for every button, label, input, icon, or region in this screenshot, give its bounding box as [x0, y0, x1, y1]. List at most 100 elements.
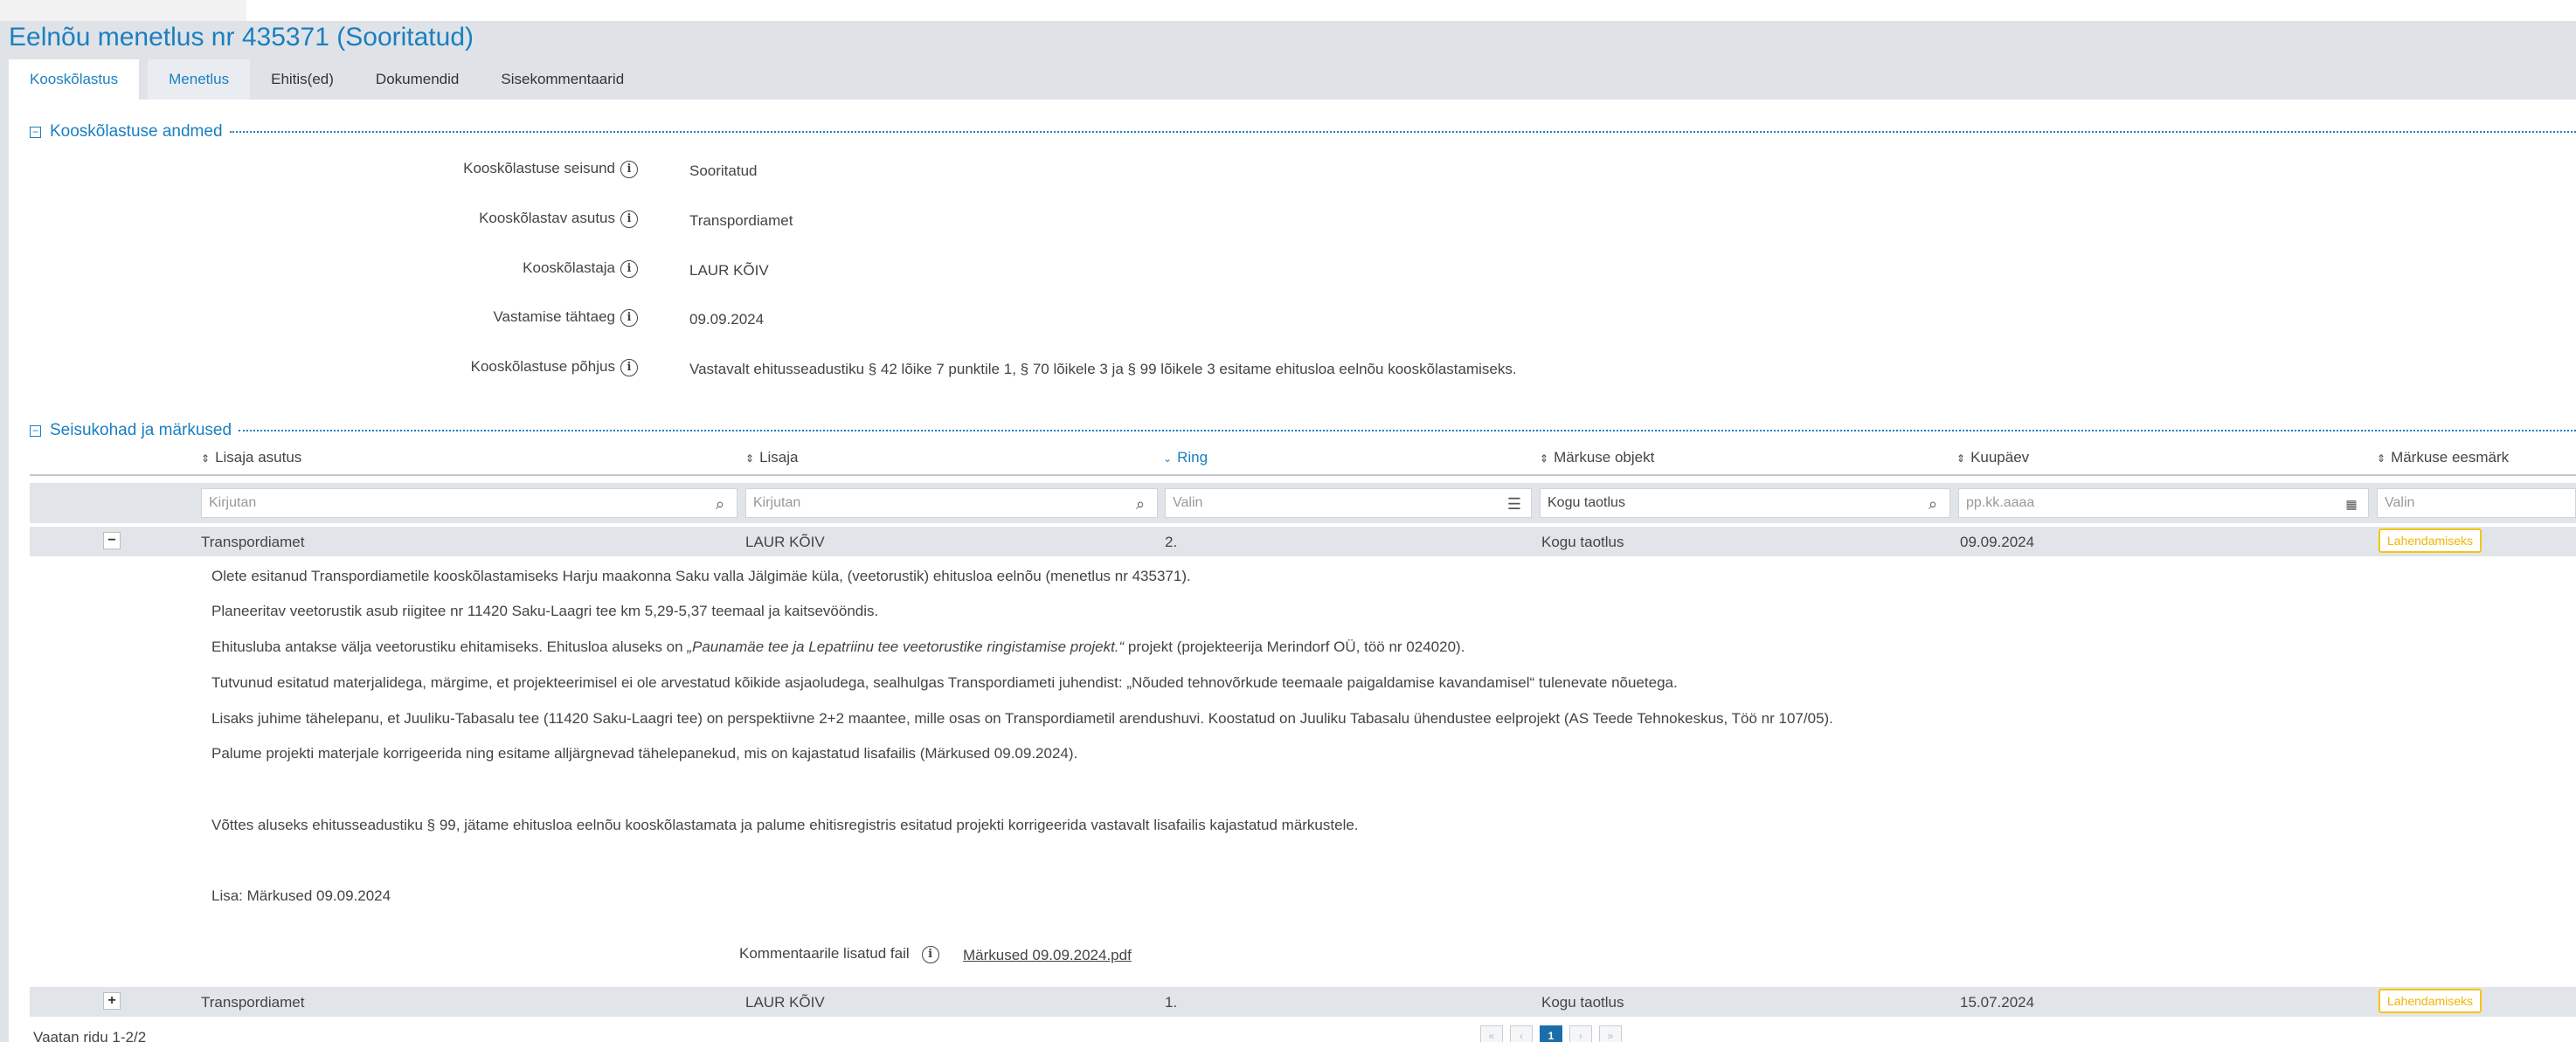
- tab-kooskolastus[interactable]: Kooskõlastus: [9, 59, 140, 100]
- sort-arrows-icon: ⇕: [201, 452, 211, 465]
- calendar-icon[interactable]: ▦: [2342, 494, 2361, 514]
- column-header-markuse-eesmark[interactable]: ⇕ Märkuse eesmärk: [2377, 449, 2509, 466]
- search-icon[interactable]: ⌕: [710, 494, 730, 514]
- column-header-markuse-objekt[interactable]: ⇕ Märkuse objekt: [1540, 449, 1654, 466]
- filter-markuse-eesmark-select[interactable]: Valin: [2377, 488, 2576, 518]
- info-icon[interactable]: i: [921, 945, 939, 963]
- top-strip: [0, 0, 2576, 21]
- pager-prev-button[interactable]: ‹: [1510, 1025, 1533, 1042]
- section-seisukohad: − Seisukohad ja märkused: [30, 421, 2576, 440]
- attachment-label-text: Kommentaarile lisatud fail: [739, 945, 910, 962]
- pager-first-button[interactable]: «: [1480, 1025, 1503, 1042]
- page-title: Eelnõu menetlus nr 435371 (Sooritatud): [9, 23, 474, 52]
- sort-arrows-icon: ⇕: [1540, 452, 1549, 465]
- comment-paragraph: Olete esitanud Transpordiametile kooskõl…: [211, 568, 1191, 584]
- column-header-label: Märkuse eesmärk: [2391, 449, 2510, 466]
- rows-count-text: Vaatan ridu 1-2/2: [33, 1029, 147, 1042]
- tab-ehitised[interactable]: Ehitis(ed): [250, 59, 355, 100]
- cell-ring: 1.: [1165, 994, 1178, 1011]
- pager-next-button[interactable]: ›: [1569, 1025, 1592, 1042]
- column-header-ring[interactable]: ⌄ Ring: [1163, 449, 1208, 466]
- filter-placeholder: Valin: [2385, 495, 2415, 510]
- tab-menetlus[interactable]: Menetlus: [148, 59, 251, 100]
- info-icon[interactable]: i: [620, 259, 638, 278]
- search-icon[interactable]: ⌕: [1923, 494, 1942, 514]
- filter-lisaja-input[interactable]: Kirjutan ⌕: [745, 488, 1158, 518]
- column-header-lisaja[interactable]: ⇕ Lisaja: [745, 449, 798, 466]
- attachment-link[interactable]: Märkused 09.09.2024.pdf: [963, 947, 1132, 964]
- cell-markuse-objekt: Kogu taotlus: [1541, 534, 1624, 550]
- collapse-icon[interactable]: −: [30, 126, 41, 138]
- status-badge: Lahendamiseks: [2379, 989, 2483, 1013]
- search-icon[interactable]: ⌕: [1131, 494, 1150, 514]
- section-kooskolastuse-andmed: − Kooskõlastuse andmed: [30, 122, 2576, 141]
- comment-paragraph: Planeeritav veetorustik asub riigitee nr…: [211, 603, 879, 619]
- cell-kuupaev: 09.09.2024: [1960, 534, 2035, 550]
- field-label-text: Kooskõlastav asutus: [479, 210, 615, 226]
- column-header-label: Lisaja: [759, 449, 799, 466]
- tab-dokumendid[interactable]: Dokumendid: [355, 59, 480, 100]
- comment-paragraph: Lisa: Märkused 09.09.2024: [211, 887, 391, 904]
- comment-paragraph: Võttes aluseks ehitusseadustiku § 99, jä…: [211, 817, 1359, 833]
- column-header-label: Kuupäev: [1970, 449, 2030, 466]
- column-header-label: Ring: [1177, 449, 1208, 466]
- info-icon[interactable]: i: [620, 308, 638, 327]
- filter-placeholder: Kirjutan: [209, 495, 257, 510]
- expand-row-icon[interactable]: +: [103, 992, 121, 1010]
- field-label-kooskolastaja: Kooskõlastaja i: [0, 259, 638, 278]
- cell-kuupaev: 15.07.2024: [1960, 994, 2035, 1011]
- table-row[interactable]: [30, 987, 2576, 1017]
- cell-ring: 2.: [1165, 534, 1178, 550]
- field-value-pohjus: Vastavalt ehitusseadustiku § 42 lõike 7 …: [689, 361, 1517, 377]
- chevron-down-icon: ⌄: [1163, 452, 1173, 465]
- sort-arrows-icon: ⇕: [745, 452, 755, 465]
- column-header-lisaja-asutus[interactable]: ⇕ Lisaja asutus: [201, 449, 301, 466]
- column-header-label: Märkuse objekt: [1554, 449, 1655, 466]
- info-icon[interactable]: i: [620, 210, 638, 228]
- field-value-asutus: Transpordiamet: [689, 212, 793, 229]
- column-header-label: Lisaja asutus: [215, 449, 302, 466]
- field-value-kooskolastaja: LAUR KÕIV: [689, 262, 769, 279]
- comment-project-name: „Paunamäe tee ja Lepatriinu tee veetorus…: [687, 638, 1125, 655]
- comment-paragraph: Lisaks juhime tähelepanu, et Juuliku-Tab…: [211, 710, 1833, 727]
- column-header-kuupaev[interactable]: ⇕ Kuupäev: [1956, 449, 2029, 466]
- cell-markuse-objekt: Kogu taotlus: [1541, 994, 1624, 1011]
- status-badge: Lahendamiseks: [2379, 528, 2483, 553]
- tab-sisekommentaarid[interactable]: Sisekommentaarid: [480, 59, 645, 100]
- cell-lisaja: LAUR KÕIV: [745, 534, 825, 550]
- filter-ring-select[interactable]: Valin ☰: [1165, 488, 1532, 518]
- table-row[interactable]: [30, 527, 2576, 556]
- field-label-text: Kooskõlastuse põhjus: [470, 358, 615, 375]
- pager-last-button[interactable]: »: [1599, 1025, 1622, 1042]
- field-label-seisund: Kooskõlastuse seisund i: [0, 160, 638, 178]
- cell-lisaja: LAUR KÕIV: [745, 994, 825, 1011]
- table-header-divider: [30, 474, 2576, 476]
- pager-page-button[interactable]: 1: [1540, 1025, 1562, 1042]
- attachment-label: Kommentaarile lisatud fail i: [739, 945, 939, 963]
- section-title: Kooskõlastuse andmed: [50, 122, 223, 141]
- sort-arrows-icon: ⇕: [1956, 452, 1966, 465]
- info-icon[interactable]: i: [620, 160, 638, 178]
- top-strip-block: [0, 0, 246, 21]
- collapse-row-icon[interactable]: −: [103, 532, 121, 549]
- collapse-icon[interactable]: −: [30, 424, 41, 437]
- filter-placeholder: pp.kk.aaaa: [1966, 495, 2035, 510]
- field-label-asutus: Kooskõlastav asutus i: [0, 210, 638, 228]
- pagination: « ‹ 1 › »: [1480, 1025, 1629, 1042]
- sort-arrows-icon: ⇕: [2377, 452, 2386, 465]
- comment-paragraph: Palume projekti materjale korrigeerida n…: [211, 745, 1078, 762]
- list-icon[interactable]: ☰: [1505, 494, 1524, 514]
- field-label-text: Kooskõlastaja: [523, 259, 615, 276]
- cell-lisaja-asutus: Transpordiamet: [201, 994, 305, 1011]
- filter-kuupaev-input[interactable]: pp.kk.aaaa ▦: [1958, 488, 2369, 518]
- comment-text: Ehitusluba antakse välja veetorustiku eh…: [211, 638, 688, 655]
- field-value-tahtaeg: 09.09.2024: [689, 311, 765, 328]
- field-label-tahtaeg: Vastamise tähtaeg i: [0, 308, 638, 327]
- section-divider: [239, 430, 2576, 431]
- filter-lisaja-asutus-input[interactable]: Kirjutan ⌕: [201, 488, 737, 518]
- page: Eelnõu menetlus nr 435371 (Sooritatud) K…: [0, 0, 2576, 1042]
- tab-bar: Kooskõlastus Menetlus Ehitis(ed) Dokumen…: [9, 59, 645, 100]
- info-icon[interactable]: i: [620, 358, 638, 376]
- comment-paragraph: Tutvunud esitatud materjalidega, märgime…: [211, 674, 1678, 691]
- filter-markuse-objekt-input[interactable]: Kogu taotlus ⌕: [1540, 488, 1950, 518]
